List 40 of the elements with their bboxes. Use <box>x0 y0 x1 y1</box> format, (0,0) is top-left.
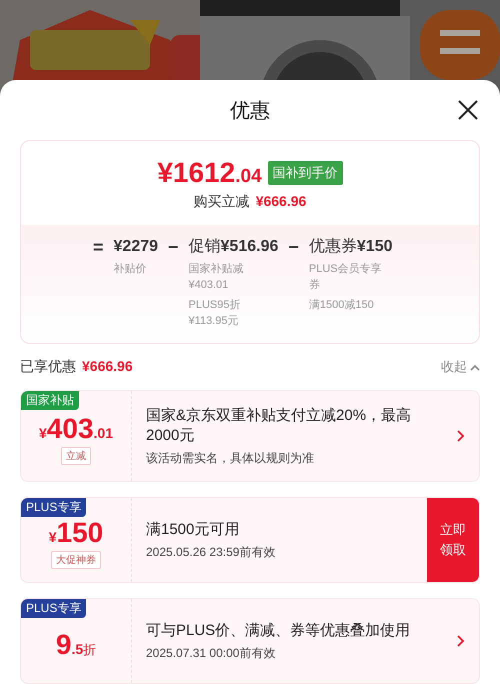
operator-sign: − <box>288 237 299 259</box>
breakdown-note: ¥403.01 <box>188 278 230 293</box>
offer-detail: 2025.07.31 00:00前有效 <box>146 644 276 662</box>
breakdown-note: 满1500减150 <box>308 298 375 313</box>
breakdown-note: 券 <box>308 278 321 293</box>
close-icon <box>456 98 480 122</box>
saving-label: 购买立减 <box>194 193 250 211</box>
enjoyed-label: 已享优惠 <box>20 358 76 376</box>
breakdown-note: PLUS95折 <box>188 298 242 313</box>
collapse-toggle[interactable]: 收起 <box>441 358 480 376</box>
saving-amount: ¥666.96 <box>256 193 306 209</box>
final-price: ¥1612.04 <box>157 159 262 187</box>
breakdown-note: 补贴价 <box>114 262 148 277</box>
sheet-title: 优惠 <box>230 98 270 124</box>
claim-button[interactable]: 立即领取 <box>427 498 479 582</box>
breakdown-note: 国家补贴减 <box>188 262 245 277</box>
offer-tag: 大促神券 <box>51 551 101 569</box>
enjoyed-amount: ¥666.96 <box>82 358 133 376</box>
offer-amount: 9.5折 <box>56 631 96 659</box>
offer-title: 满1500元可用 <box>146 520 240 540</box>
offer-amount: ¥403.01 <box>39 415 113 443</box>
offer-detail: 2025.05.26 23:59前有效 <box>146 544 276 560</box>
breakdown-amount: ¥2279 <box>114 237 158 257</box>
offer-tag: 立减 <box>61 447 91 465</box>
offer-title: 可与PLUS价、满减、券等优惠叠加使用 <box>146 620 412 640</box>
chevron-up-icon <box>470 364 480 370</box>
offer-detail: 该活动需实名，具体以规则为准 <box>146 450 315 466</box>
price-tag: 国补到手价 <box>268 161 343 185</box>
offer-title: 国家&京东双重补贴支付立减20%，最高2000元 <box>146 406 412 446</box>
breakdown-note: ¥113.95元 <box>188 314 240 329</box>
offer-badge: 国家补贴 <box>21 391 79 410</box>
offer-badge: PLUS专享 <box>21 599 86 618</box>
offer-badge: PLUS专享 <box>21 498 86 517</box>
breakdown-note: PLUS会员专享 <box>308 262 383 277</box>
breakdown-amount: 促销¥516.96 <box>188 237 278 257</box>
close-button[interactable] <box>456 98 480 122</box>
operator-sign: = <box>93 237 104 259</box>
breakdown-amount: 优惠券¥150 <box>308 237 392 257</box>
offer-amount: ¥150 <box>48 519 104 547</box>
operator-sign: − <box>168 237 179 259</box>
